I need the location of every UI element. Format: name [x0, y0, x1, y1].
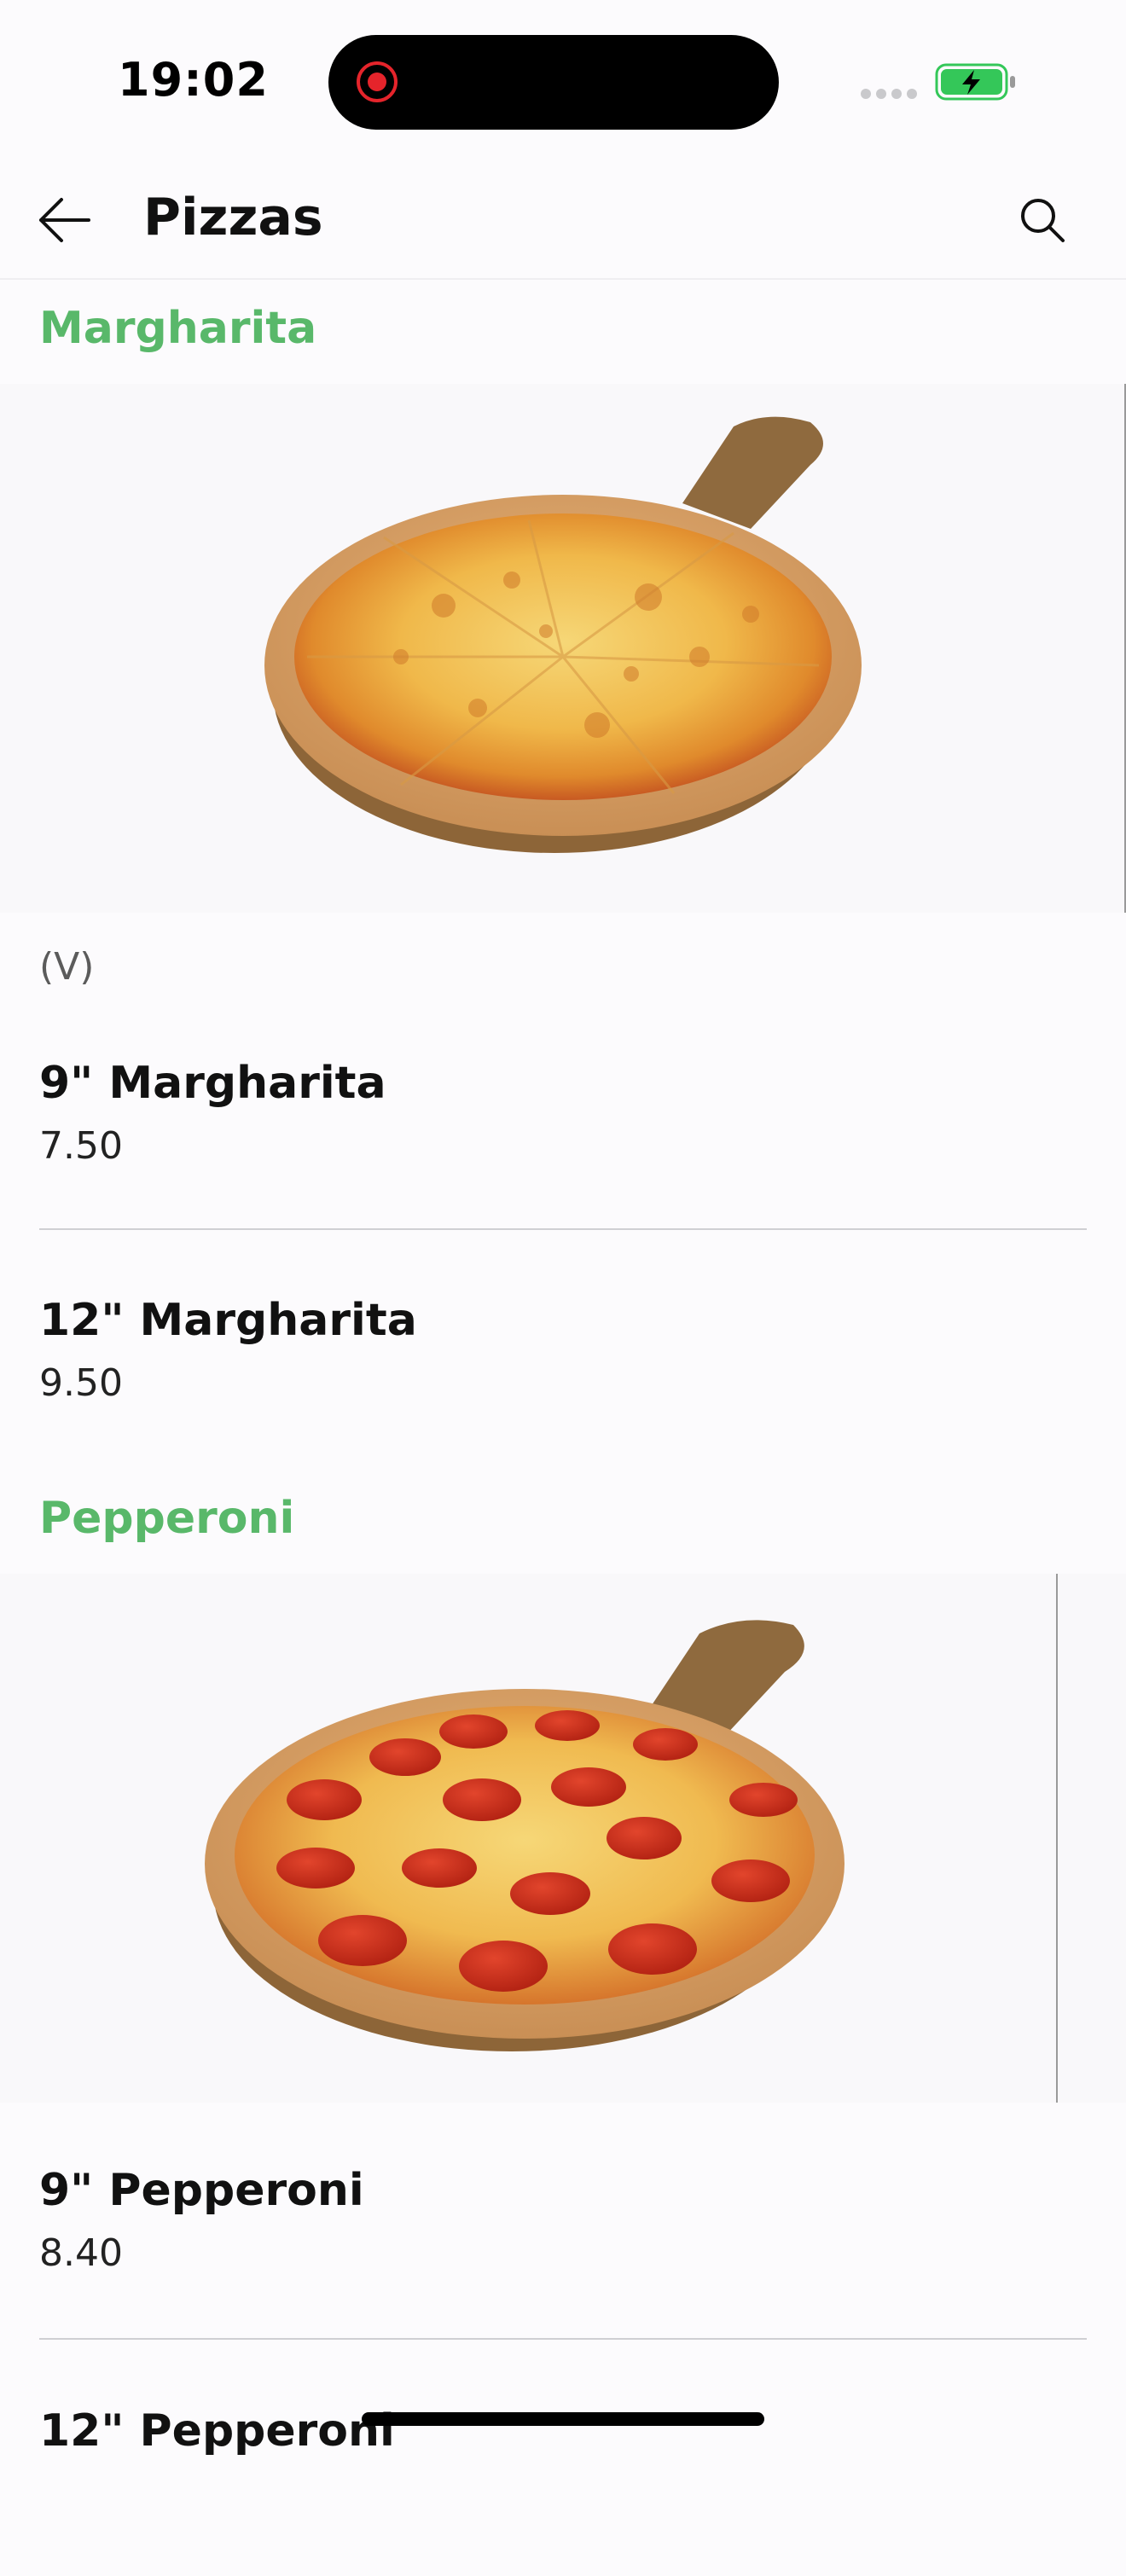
- item-name: 9" Margharita: [39, 1058, 386, 1109]
- section-title-margharita: Margharita: [39, 303, 317, 354]
- battery-charging-icon: [935, 63, 1015, 101]
- pepperoni-pizza-illustration: [205, 1620, 844, 2051]
- item-price: 9.50: [39, 1361, 123, 1405]
- section-title-pepperoni: Pepperoni: [39, 1493, 295, 1544]
- back-button[interactable]: [34, 193, 96, 247]
- cellular-signal-icon: [861, 89, 917, 99]
- divider: [39, 1228, 1087, 1230]
- vegetarian-tag: (V): [39, 945, 95, 989]
- status-bar: 19:02: [0, 0, 1126, 162]
- status-time: 19:02: [118, 53, 269, 107]
- margherita-pizza-illustration: [264, 416, 862, 853]
- dynamic-island[interactable]: [328, 35, 779, 130]
- menu-item[interactable]: 9" Pepperoni 8.40: [0, 2165, 1126, 2335]
- item-price: 7.50: [39, 1124, 123, 1168]
- margherita-pizza-image: [0, 384, 1126, 913]
- page-title: Pizzas: [143, 188, 323, 247]
- divider: [39, 2338, 1087, 2340]
- menu-item[interactable]: 9" Margharita 7.50: [0, 1058, 1126, 1228]
- search-button[interactable]: [1013, 191, 1073, 251]
- image-scroll-edge: [1056, 1574, 1058, 2103]
- search-icon: [1021, 199, 1065, 242]
- menu-item[interactable]: 12" Margharita 9.50: [0, 1295, 1126, 1465]
- item-price: 8.40: [39, 2231, 123, 2275]
- arrow-left-icon: [39, 198, 90, 242]
- pepperoni-pizza-image: [0, 1574, 1126, 2103]
- navigation-bar: Pizzas: [0, 162, 1126, 280]
- item-name: 9" Pepperoni: [39, 2165, 364, 2216]
- item-name: 12" Margharita: [39, 1295, 417, 1346]
- screen-recording-icon: [357, 61, 398, 102]
- home-indicator[interactable]: [362, 2412, 764, 2426]
- item-name: 12" Pepperoni: [39, 2405, 395, 2457]
- menu-item[interactable]: 12" Pepperoni: [0, 2405, 1126, 2576]
